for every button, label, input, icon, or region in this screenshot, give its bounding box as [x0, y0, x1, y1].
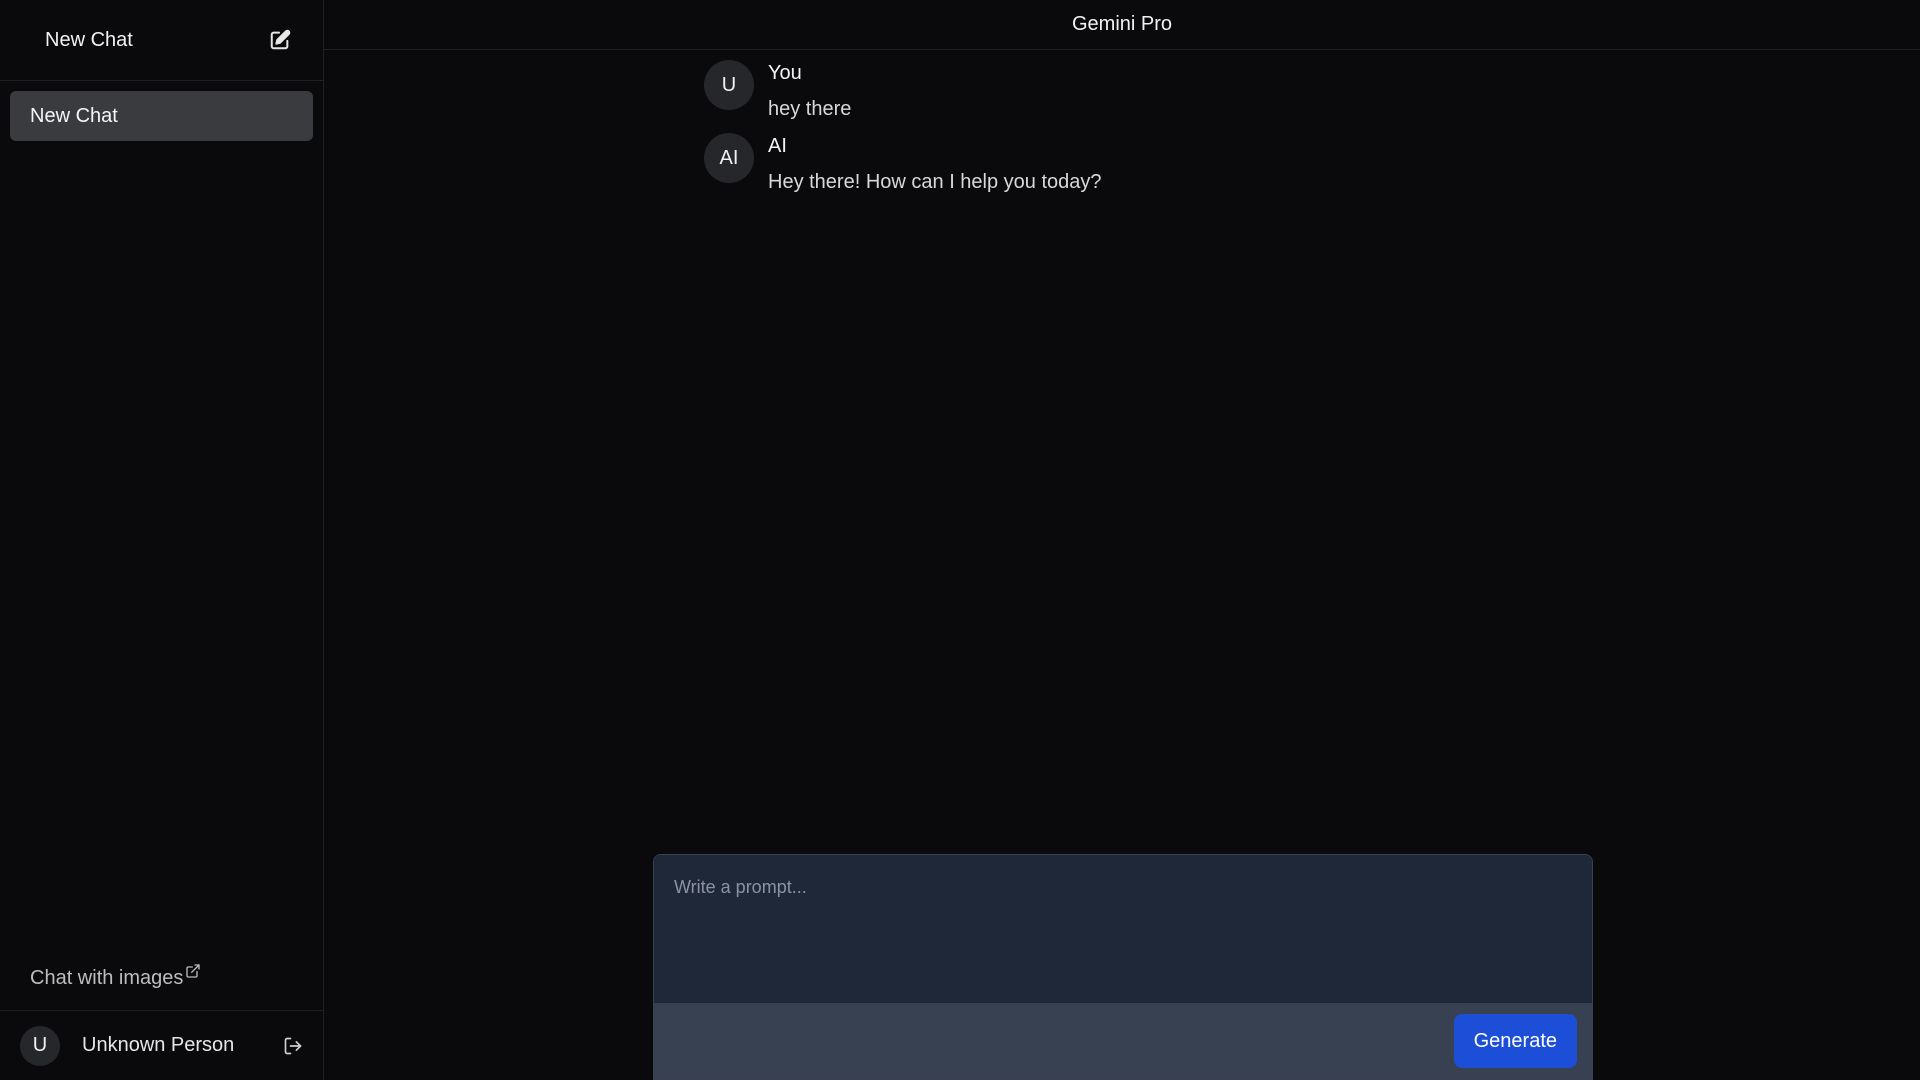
chat-item-label: New Chat	[30, 104, 118, 127]
app-root: New Chat New Chat Chat with images U Unk…	[0, 0, 1920, 1080]
chat-list: New Chat	[0, 81, 323, 958]
message-text: hey there	[768, 98, 852, 120]
new-chat-button[interactable]	[269, 29, 291, 51]
sidebar: New Chat New Chat Chat with images U Unk…	[0, 0, 324, 1080]
logout-icon	[284, 1037, 302, 1054]
user-footer: U Unknown Person	[0, 1010, 323, 1080]
message-text: Hey there! How can I help you today?	[768, 171, 1102, 193]
generate-button[interactable]: Generate	[1453, 1014, 1577, 1068]
message-author: You	[768, 62, 802, 84]
chat-item-new-chat[interactable]: New Chat	[10, 91, 313, 141]
chat-with-images-link[interactable]: Chat with images	[0, 958, 323, 1010]
user-name: Unknown Person	[82, 1034, 235, 1056]
edit-icon	[270, 29, 291, 50]
logout-button[interactable]	[283, 1036, 303, 1056]
composer-actions: Generate	[654, 1003, 1592, 1079]
prompt-input[interactable]	[654, 855, 1592, 1003]
topbar: Gemini Pro	[324, 0, 1920, 50]
message-user: U You hey there	[704, 60, 1592, 121]
message-author: AI	[768, 135, 787, 157]
sidebar-header: New Chat	[0, 0, 323, 81]
prompt-composer: Generate	[653, 854, 1593, 1080]
message-body: You hey there	[768, 60, 851, 121]
message-avatar-user: U	[704, 60, 754, 110]
message-ai: AI AI Hey there! How can I help you toda…	[704, 133, 1592, 194]
main-panel: Gemini Pro U You hey there AI AI Hey the…	[324, 0, 1920, 1080]
chat-with-images-label: Chat with images	[30, 966, 184, 989]
message-body: AI Hey there! How can I help you today?	[768, 133, 1102, 194]
message-list: U You hey there AI AI Hey there! How can…	[652, 50, 1592, 206]
model-title: Gemini Pro	[1071, 13, 1173, 35]
user-avatar: U	[20, 1025, 60, 1066]
external-link-icon	[186, 964, 201, 978]
message-avatar-ai: AI	[704, 133, 754, 183]
sidebar-title: New Chat	[45, 28, 133, 51]
